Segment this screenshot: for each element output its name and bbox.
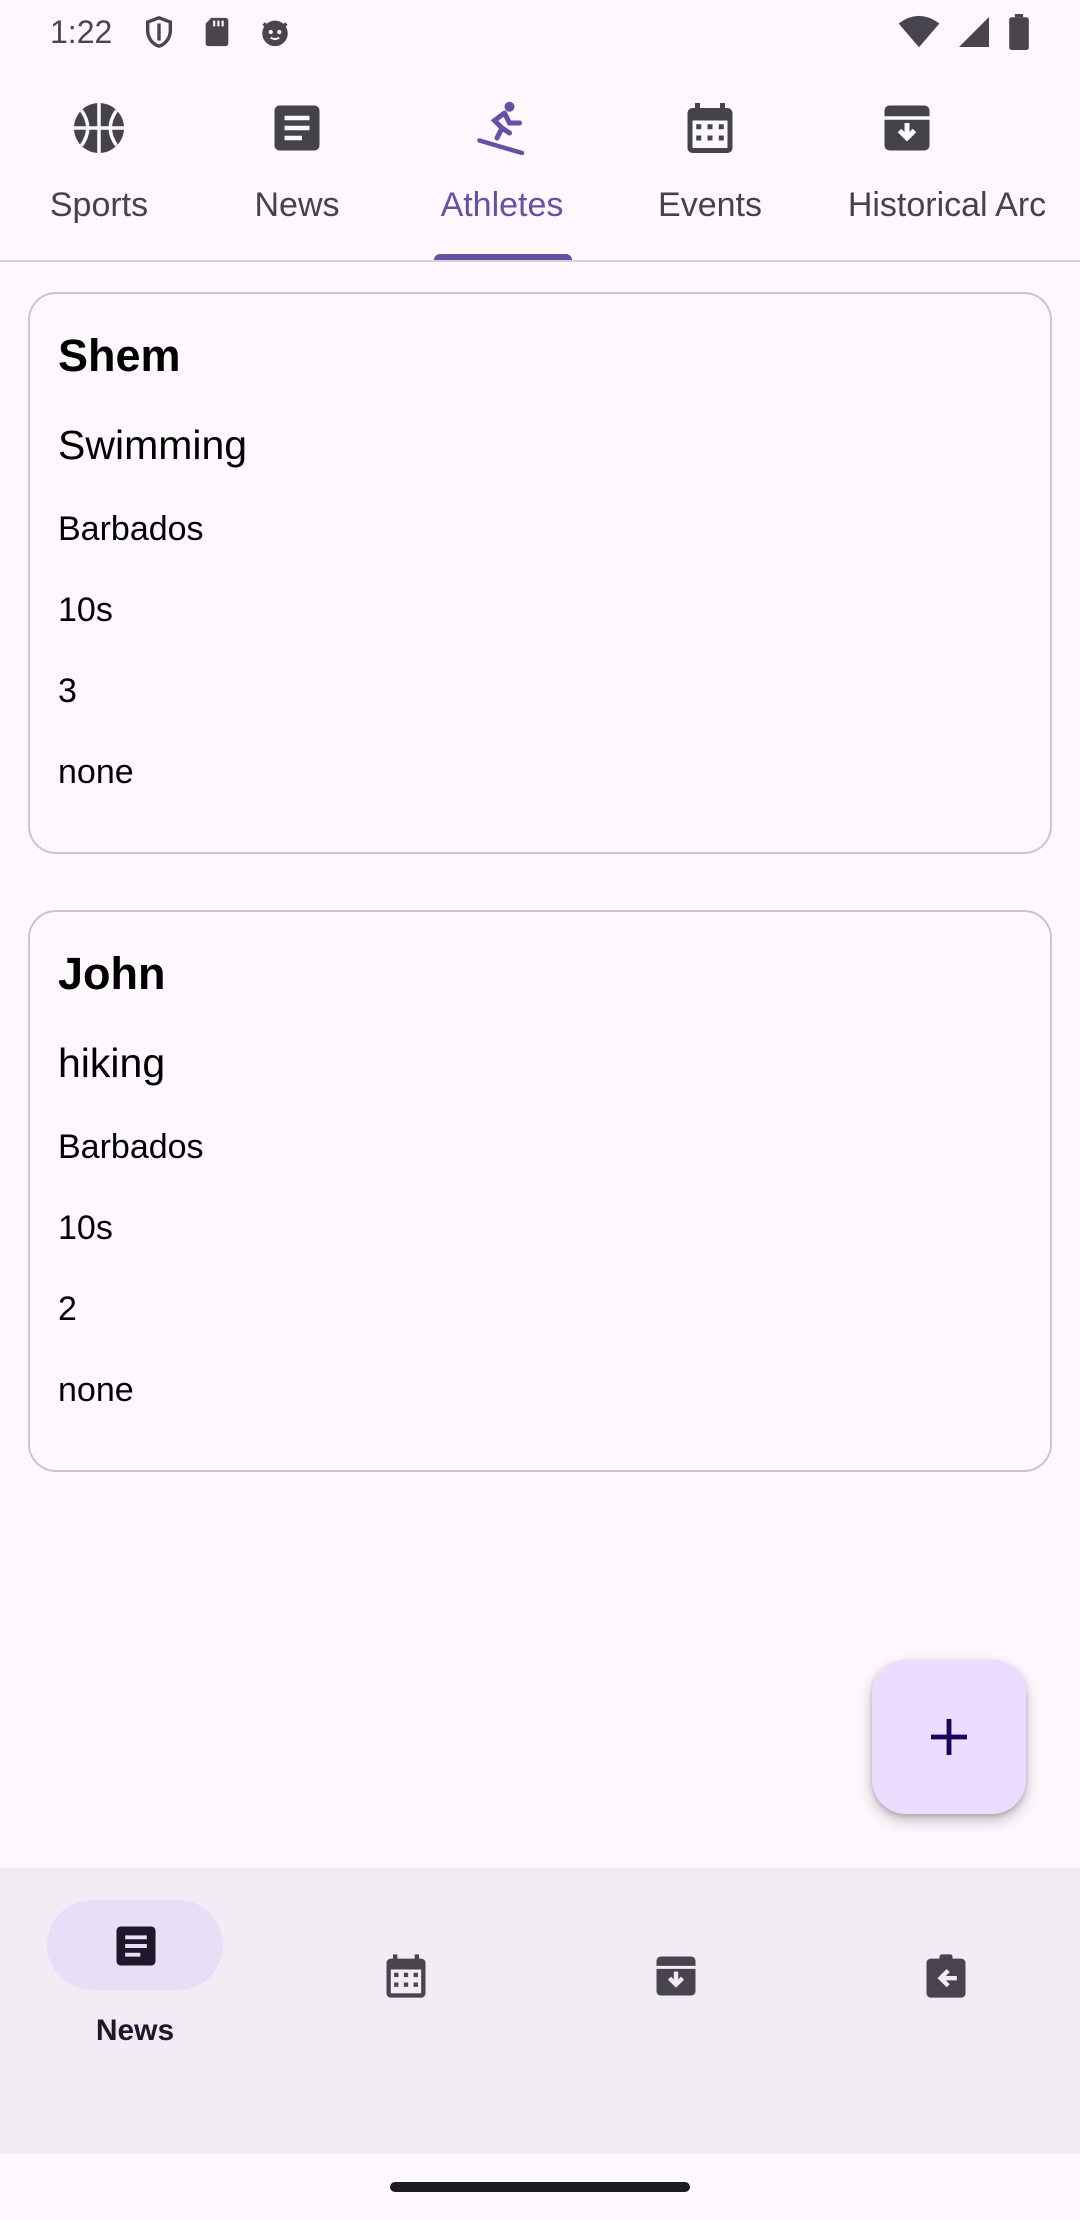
athlete-time: 10s [58,591,113,629]
status-right-icons [898,14,1030,50]
nav-item-assignment-return[interactable] [810,1868,1080,2154]
plus-icon [931,1719,967,1755]
wifi-icon [898,15,940,48]
athlete-country: Barbados [58,1128,204,1166]
athlete-sport: hiking [58,1040,166,1086]
sd-card-icon [205,17,229,47]
athlete-time: 10s [58,1209,113,1247]
calendar-icon [687,103,733,153]
home-indicator[interactable] [390,2182,690,2192]
active-tab-indicator [434,254,572,260]
tab-label: Events [658,186,762,224]
battery-icon [1009,14,1029,50]
cell-signal-icon [959,17,989,47]
tab-sports[interactable]: Sports [0,64,198,260]
athlete-count: 3 [58,672,77,710]
athlete-note: none [58,1371,134,1409]
status-bar: 1:22 [0,0,1080,64]
article-icon [116,1926,156,1966]
athlete-card[interactable]: Shem Swimming Barbados 10s 3 none [28,292,1052,854]
basketball-icon [74,103,124,153]
nav-item-news[interactable]: News [0,1868,270,2154]
athlete-note: none [58,753,134,791]
top-tab-bar: Sports News Athletes Events Historical A… [0,64,1080,262]
tab-historical-archive[interactable]: Historical Arc [812,64,1080,260]
athlete-sport: Swimming [58,422,248,468]
calendar-icon [386,1954,426,1998]
tab-athletes[interactable]: Athletes [396,64,608,260]
athlete-count: 2 [58,1290,77,1328]
tab-news[interactable]: News [198,64,396,260]
shield-icon [146,16,173,48]
skiing-person-icon [477,101,525,156]
status-time: 1:22 [50,13,113,50]
assignment-return-icon [926,1954,966,1998]
bottom-navigation-bar: News [0,1868,1080,2154]
archive-icon [884,105,930,151]
tab-events[interactable]: Events [608,64,812,260]
athlete-country: Barbados [58,510,204,548]
cat-face-icon [262,20,289,47]
nav-item-events[interactable] [270,1868,540,2154]
tab-label: News [254,186,340,224]
athlete-name: John [58,948,166,999]
tab-label: Historical Arc [847,186,1047,224]
athlete-name: Shem [58,330,181,381]
article-icon [274,105,320,151]
add-athlete-button[interactable] [872,1660,1026,1814]
archive-icon [656,1956,696,1996]
tab-label: Athletes [440,186,564,224]
nav-item-archive[interactable] [540,1868,810,2154]
tab-label: Sports [49,186,149,224]
nav-label: News [95,2014,175,2047]
athlete-card[interactable]: John hiking Barbados 10s 2 none [28,910,1052,1472]
